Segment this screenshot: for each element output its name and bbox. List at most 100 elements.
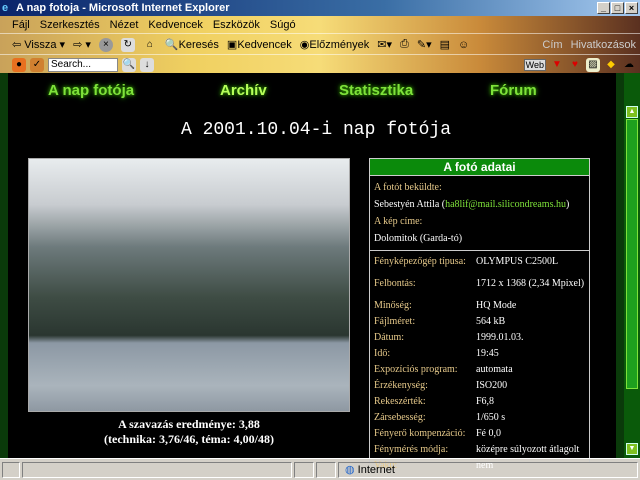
exif-key: Fénymérés módja: [374, 444, 449, 455]
status-bar: ◍ Internet [0, 458, 640, 480]
menu-favorites[interactable]: Kedvencek [148, 19, 202, 31]
exif-key: Érzékenység: [374, 380, 428, 391]
exif-row: Minőség: HQ Mode [373, 298, 584, 314]
menu-edit[interactable]: Szerkesztés [40, 19, 100, 31]
web-button[interactable]: Web [523, 58, 546, 71]
exif-value: Fé 0,0 [476, 428, 501, 439]
sender-label: A fotót beküldte: [374, 182, 442, 193]
picture-icon[interactable]: ▨ [586, 57, 600, 72]
exif-value: HQ Mode [476, 300, 517, 311]
exif-value: középre súlyozott átlagolt [476, 444, 580, 455]
exif-row: Fényképezőgép típusa: OLYMPUS C2500L [373, 254, 584, 270]
photo-title: Dolomitok (Garda-tó) [374, 233, 463, 244]
bookmark-icon[interactable]: ▼ [550, 58, 564, 72]
paren: ) [565, 199, 570, 210]
minimize-button[interactable]: _ [597, 2, 610, 14]
info-header: A fotó adatai [370, 159, 589, 176]
edit-icon[interactable]: ✎▾ [417, 38, 432, 51]
forward-button[interactable]: ⇨ ▾ [73, 38, 91, 51]
exif-row: Dátum: 1999.01.03. [373, 330, 584, 346]
history-button[interactable]: ◉Előzmények [300, 38, 370, 51]
exif-key: Idő: [374, 348, 391, 359]
exif-key: Felbontás: [374, 278, 416, 289]
menu-tools[interactable]: Eszközök [213, 19, 260, 31]
scroll-down-button[interactable]: ▼ [626, 443, 638, 455]
exif-key: Fényképezőgép típusa: [374, 256, 466, 267]
sender-name: Sebestyén Attila ( [374, 199, 446, 210]
exif-key: Fájlméret: [374, 316, 416, 327]
vertical-scrollbar[interactable]: ▲ ▼ [624, 73, 640, 458]
vote-result: A szavazás eredménye: 3,88 (technika: 3,7… [28, 417, 350, 447]
vote-score: A szavazás eredménye: 3,88 [118, 417, 260, 431]
exif-row: Zársebesség: 1/650 s [373, 410, 584, 426]
exif-table: Fényképezőgép típusa: OLYMPUS C2500L Felbo… [373, 254, 584, 474]
print-icon[interactable]: ⎙ [400, 38, 409, 51]
exif-value: 19:45 [476, 348, 499, 359]
vote-details: (technika: 3,76/46, téma: 4,00/48) [104, 432, 274, 446]
messenger-icon[interactable]: ☺ [458, 39, 469, 51]
download-icon[interactable]: ↓ [140, 57, 154, 72]
exif-row: Expozíciós program: automata [373, 362, 584, 378]
weather-icon[interactable]: ☁ [622, 58, 636, 72]
address-label[interactable]: Cím [542, 39, 562, 51]
menu-bar: Fájl Szerkesztés Nézet Kedvencek Eszközök Súg… [0, 16, 640, 34]
nav-photo-of-day[interactable]: A nap fotója [48, 82, 134, 99]
search-label: Keresés [178, 39, 219, 51]
photo-image[interactable] [28, 158, 350, 412]
exif-value: 1712 x 1368 (2,34 Mpixel) [476, 278, 585, 289]
refresh-icon[interactable]: ↻ [120, 37, 135, 52]
status-text [22, 461, 292, 478]
exif-value: 1/650 s [476, 412, 506, 423]
exif-value: automata [476, 364, 513, 375]
sender-email-link[interactable]: ha8lif@mail.silicondreams.hu [445, 199, 566, 210]
standard-toolbar: ⇦ Vissza ▾ ⇨ ▾ × ↻ ⌂ 🔍Keresés ▣Kedvencek… [0, 35, 640, 55]
menu-file[interactable]: Fájl [12, 19, 30, 31]
menu-view[interactable]: Nézet [110, 19, 139, 31]
back-button[interactable]: ⇦ Vissza ▾ [12, 38, 65, 51]
search-button[interactable]: 🔍Keresés [165, 38, 219, 51]
nav-archive[interactable]: Archív [220, 82, 267, 99]
title-bar: e A nap fotoja - Microsoft Internet Explo… [0, 0, 640, 16]
exif-row: Fájlméret: 564 kB [373, 314, 584, 330]
status-cell [294, 461, 314, 478]
nav-forum[interactable]: Fórum [490, 82, 537, 99]
maximize-button[interactable]: □ [611, 2, 624, 14]
exif-key: Dátum: [374, 332, 404, 343]
scroll-thumb[interactable] [626, 119, 638, 389]
check-icon[interactable]: ✓ [30, 57, 44, 72]
exif-value: 564 kB [476, 316, 506, 327]
zone-indicator: ◍ Internet [338, 461, 638, 478]
exif-row: Idő: 19:45 [373, 346, 584, 362]
exif-row: Fényerő kompenzáció: Fé 0,0 [373, 426, 584, 442]
exif-key: Minőség: [374, 300, 412, 311]
status-cell [316, 461, 336, 478]
discuss-icon[interactable]: ▤ [440, 38, 450, 51]
stop-icon[interactable]: × [98, 37, 113, 52]
exif-row: Fénymérés módja: középre súlyozott átlago… [373, 442, 584, 458]
favorites-button[interactable]: ▣Kedvencek [227, 38, 292, 51]
photo-info-panel: A fotó adatai A fotót beküldte: Sebestyé… [369, 158, 590, 471]
exif-row: Felbontás: 1712 x 1368 (2,34 Mpixel) [373, 270, 584, 298]
nav-statistics[interactable]: Statisztika [339, 82, 413, 99]
zone-label: Internet [357, 463, 395, 476]
scroll-up-button[interactable]: ▲ [626, 106, 638, 118]
mail-icon[interactable]: ✉▾ [377, 38, 392, 51]
exif-row: Rekeszérték: F6,8 [373, 394, 584, 410]
ie-icon: e [2, 2, 9, 14]
globe-icon: ◍ [345, 463, 355, 476]
menu-help[interactable]: Súgó [270, 19, 296, 31]
home-icon[interactable]: ⌂ [143, 38, 157, 52]
heart-icon[interactable]: ♥ [568, 58, 582, 72]
tag-icon[interactable]: ◆ [604, 58, 618, 72]
search-go-icon[interactable]: 🔍 [122, 57, 136, 72]
page-title: A 2001.10.04-i nap fotója [180, 120, 452, 140]
history-label: Előzmények [309, 39, 370, 51]
links-label[interactable]: Hivatkozások [571, 39, 636, 51]
search-input[interactable]: Search... [48, 57, 118, 72]
exif-row: Érzékenység: ISO200 [373, 378, 584, 394]
page-content: A nap fotója Archív Statisztika Fórum A … [0, 73, 624, 471]
toolbar-logo-icon[interactable]: ● [12, 57, 26, 72]
close-button[interactable]: × [625, 2, 638, 14]
exif-key: Expozíciós program: [374, 364, 458, 375]
back-label: Vissza [24, 39, 57, 51]
